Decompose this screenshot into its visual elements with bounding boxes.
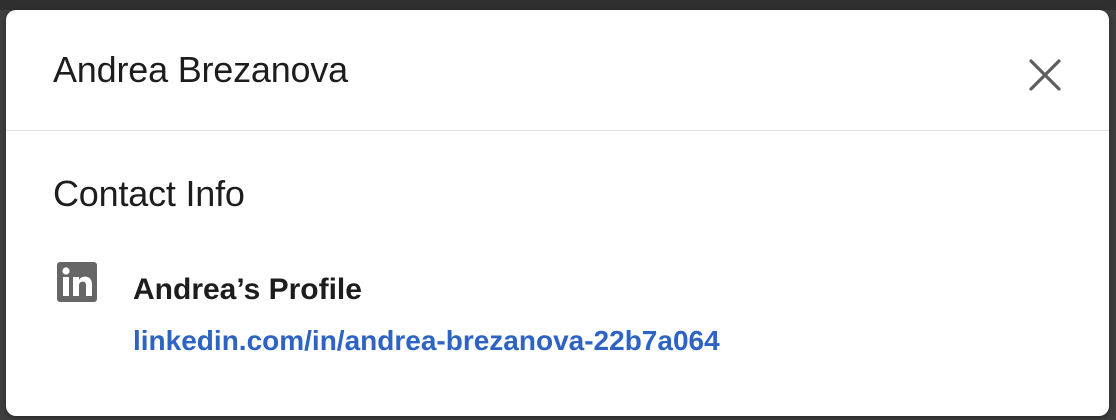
modal-header: Andrea Brezanova <box>6 10 1109 131</box>
section-title: Contact Info <box>53 173 245 214</box>
linkedin-icon <box>57 262 97 302</box>
modal-title: Andrea Brezanova <box>53 49 348 90</box>
backdrop-strip <box>0 0 1116 10</box>
contact-item-linkedin: Andrea’s Profile linkedin.com/in/andrea-… <box>53 260 1053 370</box>
contact-info-modal: Andrea Brezanova Contact Info Andrea’s P… <box>6 10 1109 416</box>
profile-label: Andrea’s Profile <box>133 273 362 306</box>
close-button[interactable] <box>1020 50 1070 100</box>
profile-link[interactable]: linkedin.com/in/andrea-brezanova-22b7a06… <box>133 322 720 360</box>
close-icon <box>1029 59 1061 91</box>
